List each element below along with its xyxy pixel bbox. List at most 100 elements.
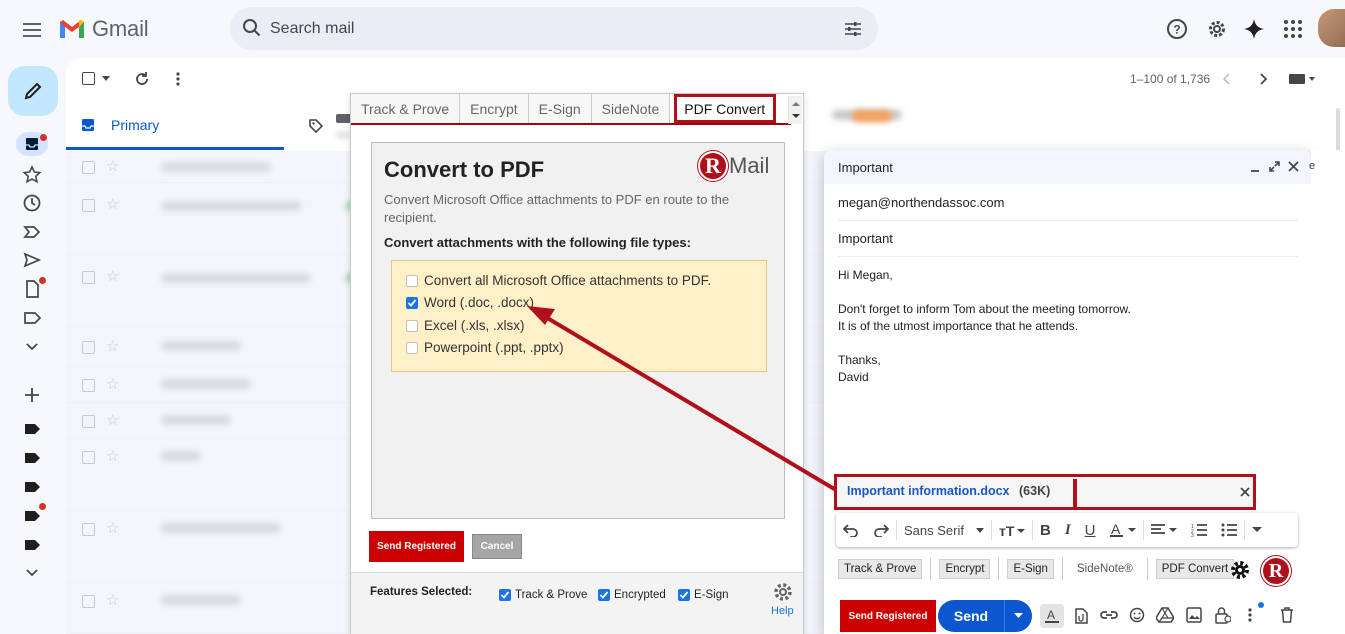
- send-registered-button[interactable]: Send Registered: [840, 600, 936, 632]
- snoozed-clock-icon[interactable]: [22, 193, 42, 213]
- insert-photo-icon[interactable]: [1186, 607, 1202, 623]
- rmail-logo-icon[interactable]: R: [1261, 556, 1291, 586]
- cancel-button[interactable]: Cancel: [472, 534, 522, 559]
- label-icon[interactable]: [22, 448, 42, 468]
- formatting-options-icon[interactable]: A: [1040, 604, 1064, 628]
- prev-page-icon[interactable]: [1221, 72, 1233, 86]
- apps-grid-icon[interactable]: [1281, 17, 1305, 41]
- minimize-icon[interactable]: [1249, 161, 1261, 173]
- italic-icon[interactable]: I: [1058, 522, 1078, 539]
- settings-gear-icon[interactable]: [1205, 17, 1229, 41]
- more-labels-chevron-down-icon[interactable]: [22, 562, 42, 582]
- encrypt-button[interactable]: Encrypt: [939, 559, 991, 579]
- sent-icon[interactable]: [22, 250, 42, 270]
- checkbox-checked[interactable]: [598, 589, 610, 601]
- subject-field[interactable]: Important: [838, 221, 1298, 257]
- more-vertical-icon[interactable]: [170, 71, 186, 87]
- inbox-nav[interactable]: [16, 132, 48, 156]
- starred-icon[interactable]: [22, 165, 42, 185]
- option-powerpoint[interactable]: Powerpoint (.ppt, .pptx): [406, 340, 564, 355]
- tab-esign[interactable]: E-Sign: [528, 94, 592, 123]
- tab-primary[interactable]: Primary: [66, 102, 284, 150]
- bold-icon[interactable]: B: [1033, 522, 1058, 539]
- option-all-office[interactable]: Convert all Microsoft Office attachments…: [406, 273, 711, 288]
- option-word[interactable]: Word (.doc, .docx): [406, 295, 534, 310]
- tab-pdf-convert[interactable]: PDF Convert: [674, 94, 777, 123]
- underline-icon[interactable]: U: [1078, 522, 1103, 539]
- main-menu-icon[interactable]: [20, 18, 44, 42]
- numbered-list-icon[interactable]: 123: [1184, 523, 1214, 537]
- insert-link-icon[interactable]: [1100, 609, 1118, 621]
- discard-trash-icon[interactable]: [1280, 607, 1294, 623]
- confidential-mode-lock-icon[interactable]: [1215, 606, 1231, 624]
- feature-esign[interactable]: E-Sign: [678, 589, 729, 601]
- add-label-plus-icon[interactable]: [22, 385, 42, 405]
- search-options-icon[interactable]: [843, 19, 863, 39]
- pdf-convert-button[interactable]: PDF Convert: [1155, 559, 1235, 579]
- expand-icon[interactable]: [1268, 160, 1281, 173]
- compose-titlebar[interactable]: Important: [824, 150, 1311, 184]
- close-icon[interactable]: [1287, 160, 1300, 173]
- select-all-checkbox[interactable]: [82, 72, 95, 85]
- avatar[interactable]: [1318, 9, 1345, 47]
- gmail-logo[interactable]: Gmail: [58, 16, 149, 42]
- search-icon[interactable]: [242, 18, 262, 38]
- esign-button[interactable]: E-Sign: [1007, 559, 1054, 579]
- send-options-chevron-icon[interactable]: [1004, 600, 1032, 632]
- label-outline-icon[interactable]: [22, 308, 42, 328]
- undo-icon[interactable]: [836, 523, 866, 537]
- drafts-icon[interactable]: [22, 277, 46, 299]
- attachment-name[interactable]: Important information.docx: [847, 484, 1010, 498]
- align-icon[interactable]: [1144, 523, 1184, 537]
- checkbox-checked[interactable]: [499, 589, 511, 601]
- tab-encrypt[interactable]: Encrypt: [460, 94, 529, 123]
- label-icon[interactable]: [22, 477, 42, 497]
- track-prove-button[interactable]: Track & Prove: [838, 559, 923, 579]
- bulleted-list-icon[interactable]: [1214, 523, 1244, 537]
- attachment-chip[interactable]: Important information.docx (63K): [834, 474, 1256, 510]
- important-icon[interactable]: [22, 222, 42, 242]
- search-bar[interactable]: Search mail: [230, 7, 878, 50]
- gear-icon[interactable]: [772, 581, 794, 603]
- label-icon[interactable]: [22, 535, 42, 555]
- gear-icon[interactable]: [1229, 559, 1251, 581]
- more-chevron-down-icon[interactable]: [22, 336, 42, 356]
- compose-button[interactable]: [8, 66, 58, 116]
- feature-encrypted[interactable]: Encrypted: [598, 589, 666, 601]
- attach-file-icon[interactable]: [1074, 608, 1088, 624]
- send-button[interactable]: Send: [938, 600, 1004, 632]
- send-registered-button[interactable]: Send Registered: [369, 531, 464, 562]
- option-excel[interactable]: Excel (.xls, .xlsx): [406, 318, 525, 333]
- redo-icon[interactable]: [866, 523, 896, 537]
- more-formatting-icon[interactable]: [1245, 527, 1269, 533]
- next-page-icon[interactable]: [1257, 72, 1269, 86]
- tab-track-prove[interactable]: Track & Prove: [351, 94, 461, 123]
- emoji-icon[interactable]: [1129, 607, 1145, 623]
- select-dropdown-icon[interactable]: [102, 76, 110, 82]
- tab-scroll-spinner[interactable]: [788, 96, 802, 124]
- checkbox-checked[interactable]: [406, 296, 418, 309]
- help-icon[interactable]: ?: [1165, 17, 1189, 41]
- feature-track-prove[interactable]: Track & Prove: [499, 589, 587, 601]
- remove-attachment-icon[interactable]: [1240, 487, 1250, 497]
- label-icon[interactable]: [22, 503, 46, 526]
- font-select[interactable]: Sans Serif: [897, 523, 991, 538]
- refresh-icon[interactable]: [134, 71, 150, 87]
- google-drive-icon[interactable]: [1156, 607, 1174, 623]
- checkbox-checked[interactable]: [678, 589, 690, 601]
- keyboard-input-icon[interactable]: [1288, 73, 1316, 85]
- message-body[interactable]: Hi Megan, Don't forget to inform Tom abo…: [838, 267, 1131, 386]
- checkbox[interactable]: [406, 274, 418, 287]
- search-input[interactable]: Search mail: [270, 20, 354, 38]
- help-link[interactable]: Help: [771, 605, 794, 617]
- checkbox[interactable]: [406, 319, 418, 332]
- more-options-icon[interactable]: [1246, 607, 1254, 623]
- tab-sidenote[interactable]: SideNote: [591, 94, 671, 123]
- label-icon[interactable]: [22, 419, 42, 439]
- checkbox[interactable]: [406, 341, 418, 354]
- gemini-sparkle-icon[interactable]: [1242, 17, 1266, 41]
- to-field[interactable]: megan@northendassoc.com: [838, 185, 1298, 221]
- text-size-icon[interactable]: тT: [992, 523, 1032, 537]
- text-color-icon[interactable]: A: [1103, 522, 1143, 538]
- sidenote-button[interactable]: SideNote®: [1070, 559, 1139, 579]
